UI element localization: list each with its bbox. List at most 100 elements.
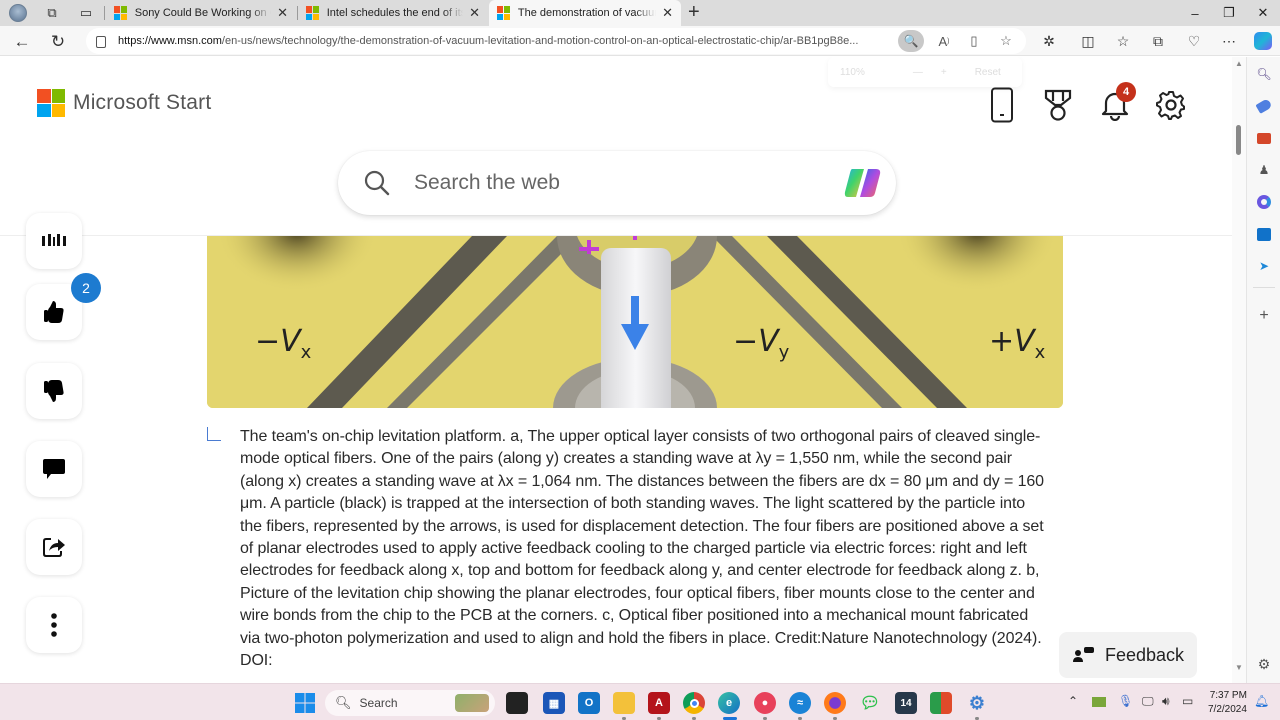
- zoom-reset-button[interactable]: Reset: [975, 67, 1001, 78]
- copilot-icon[interactable]: [1252, 31, 1274, 51]
- label-sub: y: [778, 342, 790, 363]
- settings-gear-icon[interactable]: [1155, 87, 1187, 123]
- tab-separator: [104, 6, 105, 20]
- microsoft-start-logo[interactable]: Microsoft Start: [37, 89, 211, 117]
- wechat-icon[interactable]: 💬︎: [859, 692, 881, 714]
- share-button[interactable]: [26, 519, 82, 575]
- firefox-icon[interactable]: [824, 692, 846, 714]
- edge-icon[interactable]: e: [718, 692, 740, 714]
- zoom-in-button[interactable]: +: [941, 67, 947, 78]
- url-field[interactable]: https://www.msn.com/en-us/news/technolog…: [86, 28, 1026, 54]
- label-sub: x: [300, 342, 312, 363]
- close-tab-icon[interactable]: ✕: [469, 5, 480, 21]
- split-screen-icon[interactable]: ◫: [1077, 31, 1099, 51]
- extensions-icon[interactable]: ✲: [1038, 31, 1060, 51]
- read-aloud-icon[interactable]: A): [934, 32, 954, 50]
- sidebar-search-icon[interactable]: 🔍︎: [1255, 65, 1273, 83]
- add-sidebar-app-icon[interactable]: +: [1255, 307, 1273, 325]
- more-icon: [51, 613, 57, 637]
- msn-favicon: [114, 6, 127, 20]
- copilot-icon[interactable]: [842, 165, 884, 201]
- tab-intel[interactable]: Intel schedules the end of its 200 ✕: [298, 0, 488, 26]
- favorites-icon[interactable]: ☆: [1112, 31, 1134, 51]
- volume-icon[interactable]: 🔊︎: [1162, 694, 1170, 709]
- msn-favicon: [306, 6, 319, 20]
- zoom-indicator-icon[interactable]: 🔍: [898, 30, 924, 52]
- screen-recorder-icon[interactable]: ●: [754, 692, 776, 714]
- shopping-tag-icon[interactable]: [1255, 97, 1273, 115]
- microphone-icon[interactable]: 🎙︎: [1118, 694, 1133, 708]
- file-explorer-icon[interactable]: [613, 692, 635, 714]
- chrome-icon[interactable]: [683, 692, 705, 714]
- colorful-app-icon[interactable]: [930, 692, 952, 714]
- edge-sidebar: 🔍︎ ♟ ➤ + ⚙: [1246, 57, 1280, 683]
- microsoft-store-icon[interactable]: ▦: [543, 692, 565, 714]
- collections-icon[interactable]: ⧉: [1147, 31, 1169, 51]
- search-input[interactable]: [414, 171, 814, 195]
- more-menu-icon[interactable]: ⋯: [1218, 31, 1240, 51]
- like-count-badge: 2: [71, 273, 101, 303]
- notifications-bell-icon[interactable]: 🔔︎: [1254, 694, 1269, 708]
- refresh-button[interactable]: ↻: [47, 31, 69, 53]
- feedback-button[interactable]: Feedback: [1059, 632, 1197, 678]
- battery-icon[interactable]: ▭: [1182, 694, 1193, 708]
- back-button[interactable]: ←: [11, 31, 33, 53]
- favorite-star-icon[interactable]: ☆: [996, 32, 1016, 50]
- search-box[interactable]: [338, 151, 896, 215]
- voice-button[interactable]: [26, 213, 82, 269]
- close-window-button[interactable]: ✕: [1246, 0, 1280, 26]
- taskbar-search[interactable]: 🔍︎ Search: [325, 690, 495, 716]
- article-image[interactable]: −Vx −Vy +Vx: [207, 236, 1063, 408]
- page-scrollbar[interactable]: ▲ ▼: [1232, 57, 1246, 683]
- more-options-button[interactable]: [26, 597, 82, 653]
- scrollbar-thumb[interactable]: [1236, 125, 1241, 155]
- phone-icon[interactable]: [986, 87, 1018, 123]
- workspaces-icon[interactable]: ⧉: [42, 3, 62, 23]
- start-windows-icon[interactable]: [294, 692, 316, 714]
- task-view-icon[interactable]: [506, 692, 528, 714]
- url-text[interactable]: https://www.msn.com/en-us/news/technolog…: [118, 35, 888, 47]
- close-tab-icon[interactable]: ✕: [277, 5, 288, 21]
- minimize-button[interactable]: –: [1178, 0, 1212, 26]
- scroll-up-arrow-icon[interactable]: ▲: [1235, 59, 1243, 68]
- tools-briefcase-icon[interactable]: [1255, 129, 1273, 147]
- games-chess-icon[interactable]: ♟: [1255, 161, 1273, 179]
- outlook-new-icon[interactable]: O: [578, 692, 600, 714]
- tab-actions-icon[interactable]: ▭: [76, 3, 96, 23]
- sidebar-divider: [1253, 287, 1275, 288]
- tray-app-icon[interactable]: [1092, 697, 1106, 707]
- label-minus-vx: −Vx: [255, 324, 311, 363]
- new-tab-button[interactable]: +: [688, 1, 700, 24]
- browser-app-icon[interactable]: ≈: [789, 692, 811, 714]
- rewards-medal-icon[interactable]: [1042, 87, 1074, 123]
- outlook-icon[interactable]: [1255, 225, 1273, 243]
- show-hidden-icons-chevron-icon[interactable]: ⌃: [1068, 694, 1078, 708]
- address-bar: ← ↻ https://www.msn.com/en-us/news/techn…: [0, 26, 1280, 56]
- browser-essentials-icon[interactable]: ♡: [1183, 31, 1205, 51]
- immersive-reader-icon[interactable]: ▯: [964, 32, 984, 50]
- send-icon[interactable]: ➤: [1255, 257, 1273, 275]
- taskbar-search-label: Search: [359, 696, 398, 710]
- restore-button[interactable]: ❐: [1212, 0, 1246, 26]
- clock[interactable]: 7:37 PM 7/2/2024: [1208, 689, 1247, 717]
- tab-vacuum-levitation[interactable]: The demonstration of vacuum le ✕: [489, 0, 681, 26]
- voice-icon: [42, 234, 66, 246]
- taskbar-search-icon: 🔍︎: [335, 695, 352, 710]
- lock-icon[interactable]: [96, 36, 106, 48]
- label-sign: −: [733, 324, 759, 359]
- zoom-out-button[interactable]: —: [913, 67, 923, 78]
- tab-sony[interactable]: Sony Could Be Working on Custo ✕: [106, 0, 296, 26]
- settings-app-icon[interactable]: ⚙: [966, 692, 988, 714]
- adobe-acrobat-icon[interactable]: A: [648, 692, 670, 714]
- clock-date: 7/2/2024: [1208, 704, 1247, 715]
- label-sign: +: [989, 324, 1015, 359]
- scroll-down-arrow-icon[interactable]: ▼: [1235, 663, 1243, 672]
- comment-button[interactable]: [26, 441, 82, 497]
- sidebar-settings-icon[interactable]: ⚙: [1255, 655, 1273, 673]
- profile-avatar[interactable]: [8, 3, 28, 23]
- close-tab-icon[interactable]: ✕: [662, 5, 673, 21]
- microsoft-365-icon[interactable]: [1255, 193, 1273, 211]
- network-icon[interactable]: 🖵: [1142, 694, 1154, 709]
- calendar-14-icon[interactable]: 14: [895, 692, 917, 714]
- dislike-button[interactable]: [26, 363, 82, 419]
